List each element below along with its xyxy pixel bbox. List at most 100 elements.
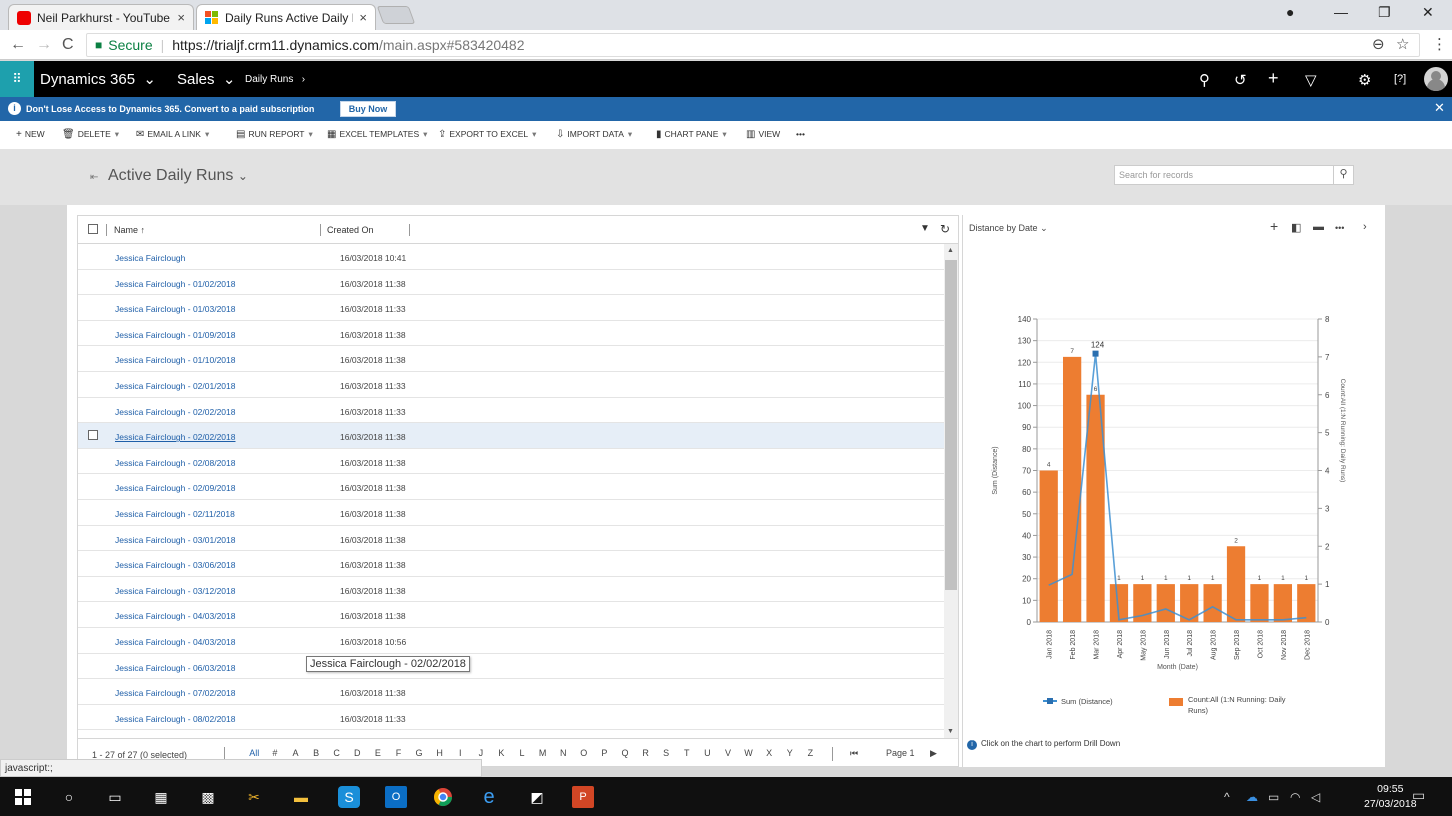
browser-menu-icon[interactable]: ⋮ [1432,35,1447,53]
record-name-link[interactable]: Jessica Fairclough - 03/12/2018 [115,586,236,596]
table-row[interactable]: Jessica Fairclough - 03/01/2018 16/03/201… [78,526,944,552]
clock[interactable]: 09:55 27/03/2018 [1364,782,1417,812]
record-name-link[interactable]: Jessica Fairclough - 08/02/2018 [115,714,236,724]
letter-filter-i[interactable]: I [450,748,471,758]
letter-filter-m[interactable]: M [532,748,553,758]
table-row[interactable]: Jessica Fairclough - 07/02/2018 16/03/201… [78,679,944,705]
search-icon[interactable]: ⚲ [1199,71,1210,89]
row-checkbox[interactable] [88,430,98,441]
outlook-icon[interactable]: O [385,786,407,808]
calculator-icon[interactable]: ▦ [150,786,172,808]
save-chart-icon[interactable]: ▬ [1313,221,1324,233]
battery-icon[interactable]: ▭ [1268,790,1279,804]
letter-filter-all[interactable]: All [244,748,265,758]
table-row[interactable]: Jessica Fairclough - 03/06/2018 16/03/201… [78,551,944,577]
restore-icon[interactable]: ❐ [1378,4,1391,21]
entity-menu[interactable]: Daily Runs › [245,74,305,85]
record-name-link[interactable]: Jessica Fairclough - 07/02/2018 [115,688,236,698]
letter-filter-c[interactable]: C [326,748,347,758]
skype-icon[interactable]: S [338,786,360,808]
search-icon[interactable]: ⚲ [1333,166,1353,184]
distance-chart[interactable]: 0 10 20 30 40 50 60 70 80 90 100 110 120 130 140 0 1 2 3 4 5… [963,243,1375,733]
table-row[interactable]: Jessica Fairclough - 03/12/2018 16/03/201… [78,577,944,603]
record-name-link[interactable]: Jessica Fairclough - 04/03/2018 [115,611,236,621]
record-name-link[interactable]: Jessica Fairclough - 02/01/2018 [115,381,236,391]
table-row[interactable]: Jessica Fairclough - 02/11/2018 16/03/201… [78,500,944,526]
vertical-scrollbar[interactable]: ▲ ▼ [944,244,958,738]
minimize-icon[interactable]: — [1334,4,1348,20]
next-page-icon[interactable]: ▶ [930,748,937,759]
view-button[interactable]: ▥ VIEW [746,129,780,140]
letter-filter-a[interactable]: A [285,748,306,758]
profile-icon[interactable]: ● [1286,4,1294,20]
avatar[interactable] [1424,67,1448,91]
letter-filter-l[interactable]: L [512,748,533,758]
table-row[interactable]: Jessica Fairclough - 02/08/2018 16/03/201… [78,449,944,475]
onedrive-icon[interactable]: ☁ [1246,790,1258,804]
advanced-find-icon[interactable]: ▽ [1305,71,1317,89]
record-name-link[interactable]: Jessica Fairclough - 02/11/2018 [115,509,235,519]
new-button[interactable]: + NEW [16,129,45,140]
letter-filter-y[interactable]: Y [779,748,800,758]
select-all-checkbox[interactable] [88,224,98,234]
record-name-link[interactable]: Jessica Fairclough [115,253,185,263]
recent-icon[interactable]: ↺ [1234,71,1247,89]
table-row[interactable]: Jessica Fairclough - 01/09/2018 16/03/201… [78,321,944,347]
import-data-button[interactable]: ⇩ IMPORT DATA ▾ [556,129,632,140]
gear-icon[interactable]: ⚙ [1358,71,1371,89]
close-tab-icon[interactable]: × [359,10,367,25]
letter-filter-z[interactable]: Z [800,748,821,758]
file-explorer-icon[interactable]: ▬ [290,786,312,808]
cortana-icon[interactable]: ○ [58,786,80,808]
letter-filter-q[interactable]: Q [615,748,636,758]
record-name-link[interactable]: Jessica Fairclough - 04/03/2018 [115,637,236,647]
table-row[interactable]: Jessica Fairclough - 02/09/2018 16/03/201… [78,474,944,500]
delete-button[interactable]: 🗑 DELETE ▾ [62,129,119,140]
letter-filter-t[interactable]: T [676,748,697,758]
tab-daily-runs[interactable]: Daily Runs Active Daily R × [196,4,376,30]
more-commands-button[interactable]: ••• [796,129,805,139]
more-icon[interactable]: ••• [1335,223,1344,233]
volume-icon[interactable]: ◁ [1311,790,1320,804]
help-icon[interactable]: [?] [1394,73,1406,85]
notifications-icon[interactable]: ▭ [1412,787,1425,804]
task-view-icon[interactable]: ▭ [104,786,126,808]
table-row[interactable]: Jessica Fairclough - 01/10/2018 16/03/201… [78,346,944,372]
url-input[interactable]: ■ Secure | https://trialjf.crm11.dynamic… [86,33,1420,57]
area-menu[interactable]: Sales ⌄ [177,70,235,88]
chart-selector[interactable]: Distance by Date ⌄ [969,223,1048,234]
letter-filter-hash[interactable]: # [265,748,286,758]
search-input[interactable]: Search for records ⚲ [1114,165,1354,185]
column-created-header[interactable]: Created On [327,225,374,235]
tab-youtube[interactable]: Neil Parkhurst - YouTube × [8,4,194,30]
forward-icon[interactable]: → [36,36,52,54]
letter-filter-n[interactable]: N [553,748,574,758]
back-icon[interactable]: ← [10,36,26,54]
letter-filter-g[interactable]: G [409,748,430,758]
brand-menu[interactable]: Dynamics 365 ⌄ [40,70,156,88]
letter-filter-b[interactable]: B [306,748,327,758]
zoom-icon[interactable]: ⊖ [1372,35,1385,53]
snipping-tool-icon[interactable]: ✂ [243,786,265,808]
export-excel-button[interactable]: ⇪ EXPORT TO EXCEL ▾ [438,129,536,140]
table-row[interactable]: Jessica Fairclough - 08/02/2018 16/03/201… [78,705,944,731]
expand-icon[interactable]: › [1363,221,1367,233]
scrollbar-thumb[interactable] [945,260,957,590]
letter-filter-v[interactable]: V [718,748,739,758]
table-row[interactable]: Jessica Fairclough - 02/02/2018 16/03/201… [78,423,944,449]
buy-now-button[interactable]: Buy Now [340,101,396,117]
letter-filter-u[interactable]: U [697,748,718,758]
table-row[interactable]: Jessica Fairclough - 04/03/2018 16/03/201… [78,602,944,628]
chevron-up-icon[interactable]: ^ [1224,790,1230,804]
letter-filter-k[interactable]: K [491,748,512,758]
star-icon[interactable]: ☆ [1396,35,1409,53]
table-row[interactable]: Jessica Fairclough - 02/01/2018 16/03/201… [78,372,944,398]
create-icon[interactable]: + [1268,68,1279,89]
record-name-link[interactable]: Jessica Fairclough - 06/03/2018 [115,663,236,673]
wifi-icon[interactable]: ◠ [1290,790,1300,804]
letter-filter-e[interactable]: E [368,748,389,758]
first-page-icon[interactable]: ⏮ [850,748,858,759]
sticky-notes-icon[interactable]: ◩ [526,786,548,808]
table-row[interactable]: Jessica Fairclough - 01/03/2018 16/03/201… [78,295,944,321]
letter-filter-f[interactable]: F [388,748,409,758]
